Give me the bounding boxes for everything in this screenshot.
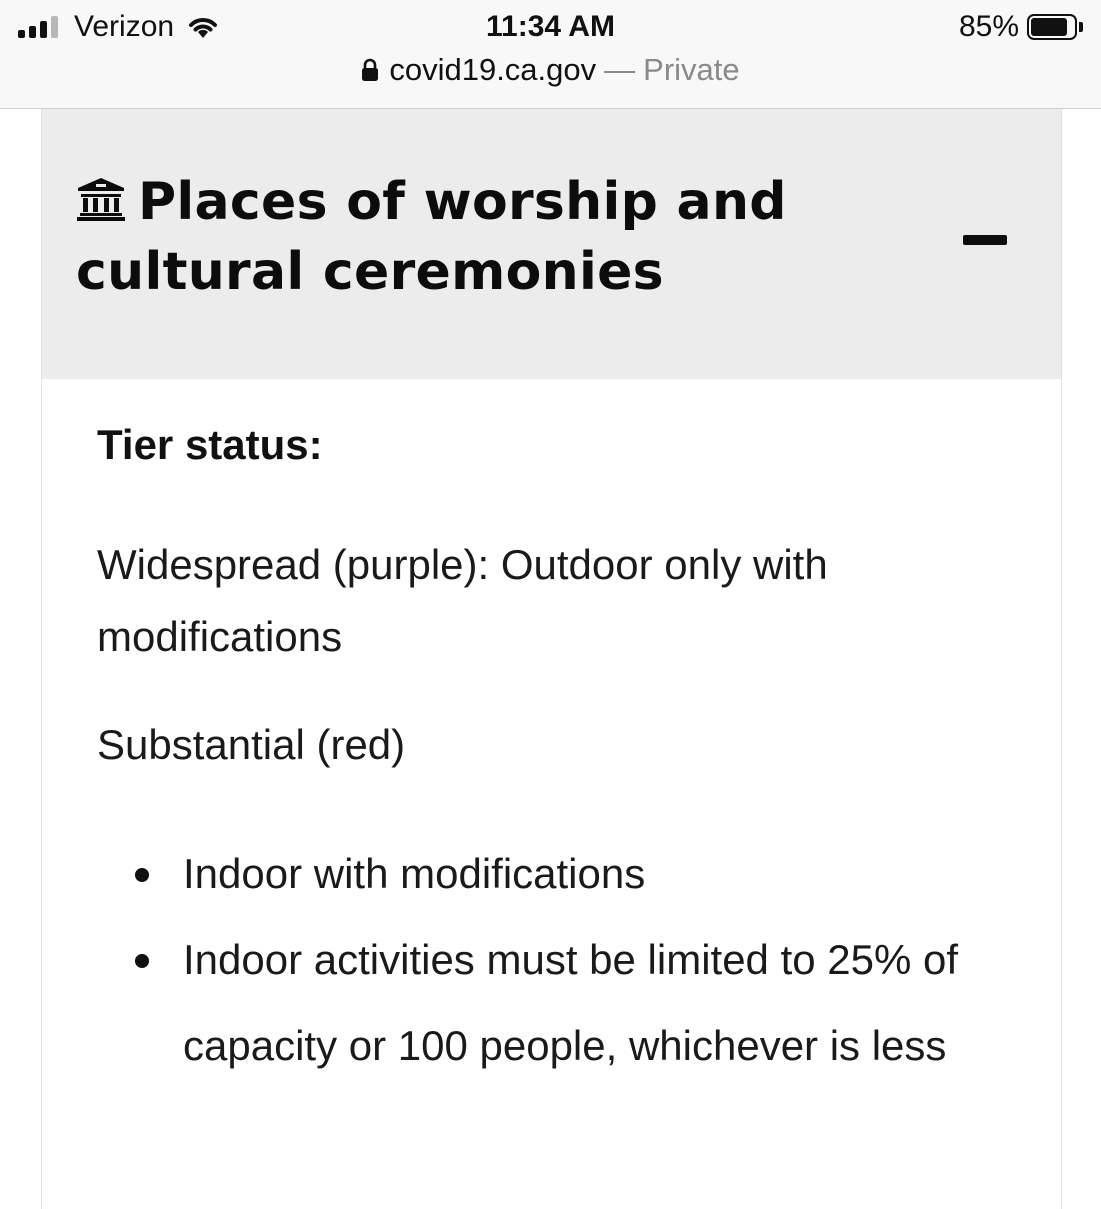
battery-icon (1027, 14, 1077, 40)
bullet-icon (135, 868, 149, 882)
bank-building-icon (77, 178, 125, 221)
battery-nub (1079, 22, 1083, 32)
widespread-tier-text: Widespread (purple): Outdoor only with m… (97, 541, 828, 660)
list-item-text: Indoor with modifications (183, 850, 646, 897)
accordion-header[interactable]: Places of worship and cultural ceremonie… (42, 109, 1061, 379)
battery-percent: 85% (958, 10, 1019, 43)
bullet-icon (135, 954, 149, 968)
lock-icon (362, 58, 379, 81)
list-item-text: Indoor activities must be limited to 25%… (183, 936, 959, 1069)
private-mode-label: Private (643, 52, 740, 87)
collapse-minus-icon[interactable] (963, 235, 1007, 245)
carrier-name: Verizon (74, 10, 175, 43)
address-bar[interactable]: covid19.ca.gov — Private (0, 52, 1101, 88)
wifi-icon (189, 18, 218, 38)
url-domain: covid19.ca.gov (389, 52, 597, 87)
substantial-tier-list: Indoor with modifications Indoor activit… (97, 831, 1017, 1089)
battery-indicator: 85% (959, 10, 1083, 44)
accordion-card: Places of worship and cultural ceremonie… (41, 109, 1062, 1209)
substantial-tier-text: Substantial (red) (97, 721, 406, 768)
tier-status-label: Tier status: (97, 421, 323, 468)
signal-strength-icon (18, 16, 62, 38)
url-separator: — (604, 52, 636, 87)
carrier-info: Verizon (18, 10, 220, 44)
battery-level-fill (1031, 18, 1067, 36)
section-title: Places of worship and cultural ceremonie… (76, 167, 876, 307)
list-item: Indoor with modifications (97, 831, 1017, 917)
section-title-text: Places of worship and cultural ceremonie… (76, 172, 787, 302)
ios-status-bar: Verizon 11:34 AM 85% covid19.ca.gov — Pr… (0, 0, 1101, 109)
list-item: Indoor activities must be limited to 25%… (97, 917, 1017, 1089)
